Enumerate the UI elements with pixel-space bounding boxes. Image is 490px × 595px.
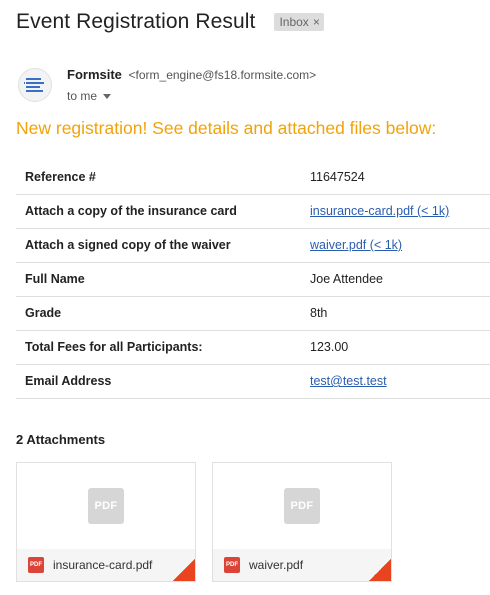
attachment-footer: PDF waiver.pdf bbox=[213, 549, 391, 581]
table-row: Full Name Joe Attendee bbox=[16, 262, 490, 296]
inbox-label[interactable]: Inbox × bbox=[274, 13, 324, 31]
chevron-down-icon[interactable] bbox=[103, 93, 112, 99]
inbox-label-text: Inbox bbox=[279, 15, 309, 29]
recipient-line[interactable]: to me bbox=[67, 89, 112, 103]
formsite-logo-icon bbox=[24, 78, 44, 92]
page-corner-icon bbox=[173, 559, 195, 581]
recipient-text: to me bbox=[67, 89, 98, 103]
field-value: 11647524 bbox=[310, 169, 365, 184]
email-subject: Event Registration Result bbox=[16, 10, 256, 33]
attachment-preview: PDF bbox=[213, 463, 391, 549]
subject-row: Event Registration Result Inbox × bbox=[16, 10, 324, 34]
pdf-icon: PDF bbox=[28, 557, 44, 573]
field-value: 8th bbox=[310, 306, 328, 320]
field-label: Grade bbox=[25, 306, 62, 320]
sender-line: Formsite <form_engine@fs18.formsite.com> bbox=[67, 67, 316, 82]
table-row: Reference # 11647524 bbox=[16, 160, 490, 194]
attachment-name: insurance-card.pdf bbox=[53, 558, 153, 572]
attachment-preview: PDF bbox=[17, 463, 195, 549]
attachments-heading: 2 Attachments bbox=[16, 432, 106, 447]
pdf-icon: PDF bbox=[284, 488, 320, 524]
attachment-footer: PDF insurance-card.pdf bbox=[17, 549, 195, 581]
table-row: Attach a signed copy of the waiver waive… bbox=[16, 228, 490, 262]
email-headline: New registration! See details and attach… bbox=[16, 118, 437, 138]
sender-email: <form_engine@fs18.formsite.com> bbox=[128, 68, 317, 82]
attachment-name: waiver.pdf bbox=[249, 558, 304, 572]
table-row: Attach a copy of the insurance card insu… bbox=[16, 194, 490, 228]
insurance-card-link[interactable]: insurance-card.pdf (< 1k) bbox=[310, 204, 449, 218]
registration-table: Reference # 11647524 Attach a copy of th… bbox=[16, 160, 490, 399]
field-label: Full Name bbox=[25, 272, 85, 286]
email-address-link[interactable]: test@test.test bbox=[310, 374, 387, 388]
field-label: Attach a signed copy of the waiver bbox=[25, 238, 231, 252]
field-label: Attach a copy of the insurance card bbox=[25, 204, 237, 218]
sender-name[interactable]: Formsite bbox=[67, 67, 122, 82]
sender-avatar[interactable] bbox=[18, 68, 52, 102]
table-row: Grade 8th bbox=[16, 296, 490, 330]
pdf-icon: PDF bbox=[224, 557, 240, 573]
waiver-link[interactable]: waiver.pdf (< 1k) bbox=[310, 238, 402, 252]
attachment-card-waiver[interactable]: PDF PDF waiver.pdf bbox=[212, 462, 392, 582]
table-row: Total Fees for all Participants: 123.00 bbox=[16, 330, 490, 364]
field-label: Total Fees for all Participants: bbox=[25, 340, 203, 354]
field-label: Email Address bbox=[25, 374, 112, 388]
pdf-icon: PDF bbox=[88, 488, 124, 524]
attachment-card-insurance[interactable]: PDF PDF insurance-card.pdf bbox=[16, 462, 196, 582]
table-row: Email Address test@test.test bbox=[16, 364, 490, 398]
remove-label-icon[interactable]: × bbox=[313, 15, 320, 29]
page-corner-icon bbox=[369, 559, 391, 581]
field-value: 123.00 bbox=[310, 340, 349, 354]
field-label: Reference # bbox=[25, 169, 96, 184]
field-value: Joe Attendee bbox=[310, 272, 383, 286]
